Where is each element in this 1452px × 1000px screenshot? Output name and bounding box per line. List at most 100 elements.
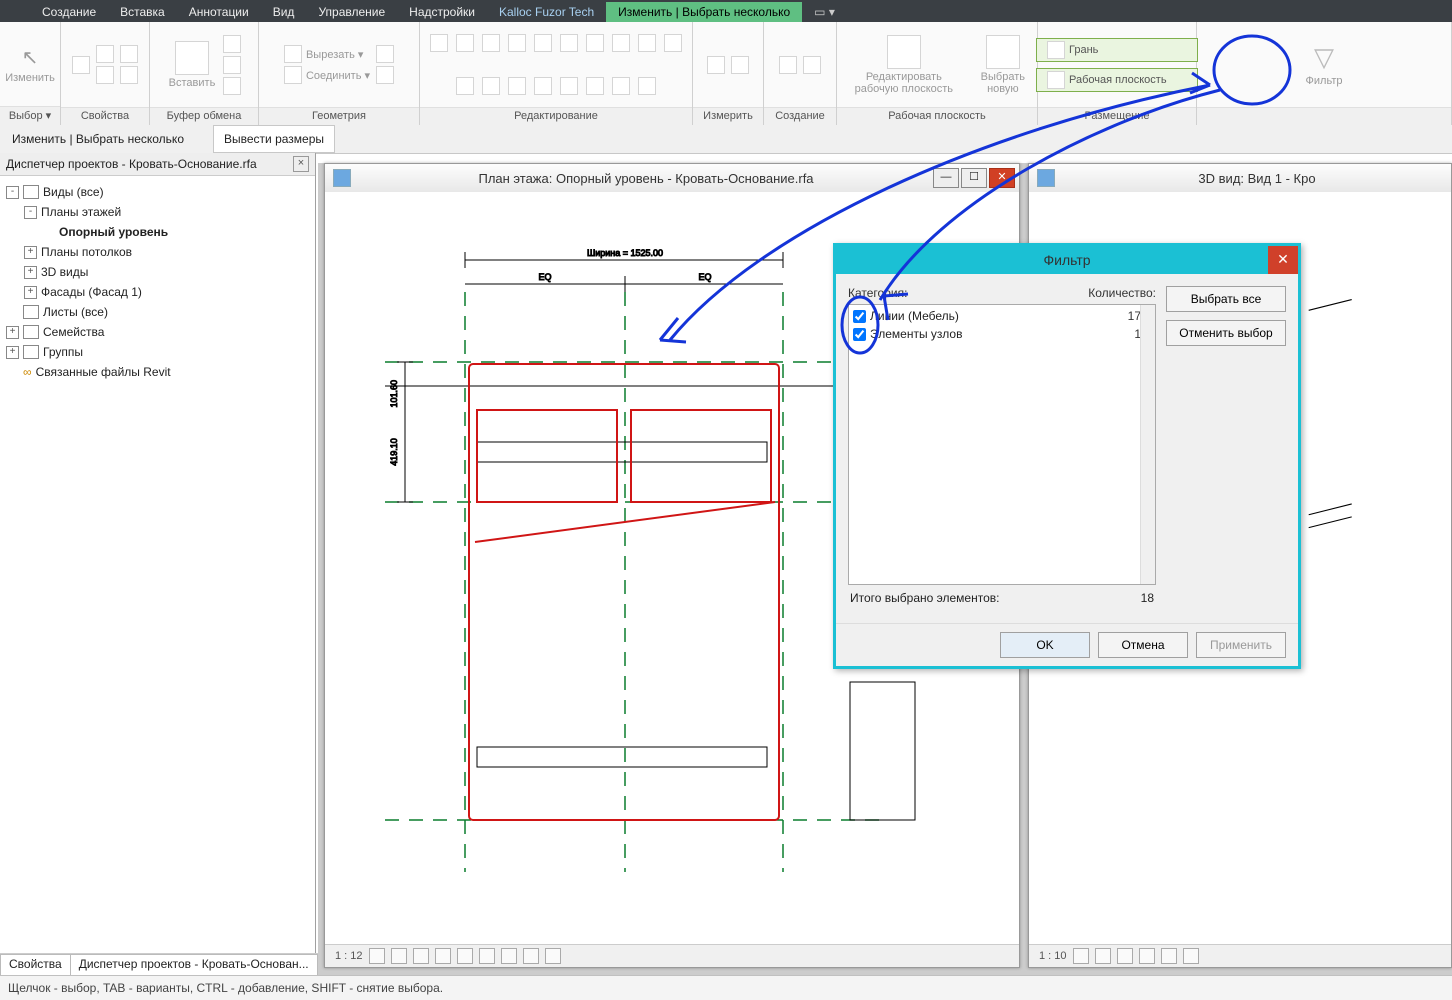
expand-icon[interactable]: + bbox=[24, 266, 37, 279]
hide-icon[interactable] bbox=[523, 948, 539, 964]
edit-icon[interactable] bbox=[430, 34, 448, 52]
tree-item-label[interactable]: Семейства bbox=[43, 322, 104, 342]
tab-browser[interactable]: Диспетчер проектов - Кровать-Основан... bbox=[70, 954, 318, 976]
deselect-all-button[interactable]: Отменить выбор bbox=[1166, 320, 1286, 346]
menu-tab[interactable]: Управление bbox=[306, 2, 397, 22]
cut-geom-button[interactable]: Вырезать ▾ bbox=[284, 45, 370, 63]
expand-icon[interactable]: + bbox=[6, 346, 19, 359]
crop-icon[interactable] bbox=[1161, 948, 1177, 964]
paste-button[interactable]: Вставить bbox=[167, 41, 217, 89]
expand-icon[interactable]: - bbox=[24, 206, 37, 219]
tree-item-label[interactable]: 3D виды bbox=[41, 262, 88, 282]
tree-item-label[interactable]: Планы потолков bbox=[41, 242, 132, 262]
view-scale[interactable]: 1 : 10 bbox=[1039, 950, 1067, 962]
edit-icon[interactable] bbox=[482, 77, 500, 95]
tree-item-label[interactable]: Планы этажей bbox=[41, 202, 121, 222]
filter-button[interactable]: ▽Фильтр bbox=[1299, 42, 1349, 87]
menu-tab[interactable]: Надстройки bbox=[397, 2, 487, 22]
edit-icon[interactable] bbox=[534, 77, 552, 95]
select-all-button[interactable]: Выбрать все bbox=[1166, 286, 1286, 312]
expand-icon[interactable]: - bbox=[6, 186, 19, 199]
category-list[interactable]: Линии (Мебель)17Элементы узлов1 bbox=[848, 304, 1156, 585]
edit-icon[interactable] bbox=[456, 34, 474, 52]
menu-tab-extra[interactable]: ▭ ▾ bbox=[802, 2, 847, 22]
menu-tab[interactable]: Вставка bbox=[108, 2, 177, 22]
menu-tab-active[interactable]: Изменить | Выбрать несколько bbox=[606, 2, 802, 22]
shadows-icon[interactable] bbox=[1139, 948, 1155, 964]
category-checkbox[interactable] bbox=[853, 310, 866, 323]
join-geom-button[interactable]: Соединить ▾ bbox=[284, 66, 370, 84]
shadows-icon[interactable] bbox=[457, 948, 473, 964]
tree-item-label[interactable]: Связанные файлы Revit bbox=[36, 362, 171, 382]
prop-icon[interactable] bbox=[96, 66, 114, 84]
edit-icon[interactable] bbox=[638, 34, 656, 52]
prop-icon[interactable] bbox=[72, 56, 90, 74]
expand-icon[interactable]: + bbox=[24, 246, 37, 259]
crop-icon[interactable] bbox=[479, 948, 495, 964]
geom-icon[interactable] bbox=[376, 45, 394, 63]
detail-level-icon[interactable] bbox=[1073, 948, 1089, 964]
copy-icon[interactable] bbox=[223, 56, 241, 74]
close-icon[interactable]: ✕ bbox=[1268, 246, 1298, 274]
place-face-button[interactable]: Грань bbox=[1036, 38, 1198, 62]
edit-icon[interactable] bbox=[456, 77, 474, 95]
menu-tab[interactable]: Kalloc Fuzor Tech bbox=[487, 2, 606, 22]
edit-icon[interactable] bbox=[560, 77, 578, 95]
detail-level-icon[interactable] bbox=[391, 948, 407, 964]
prop-icon[interactable] bbox=[120, 66, 138, 84]
tree-item-label[interactable]: Группы bbox=[43, 342, 83, 362]
edit-icon[interactable] bbox=[482, 34, 500, 52]
tree-item-label[interactable]: Фасады (Фасад 1) bbox=[41, 282, 142, 302]
view-titlebar[interactable]: План этажа: Опорный уровень - Кровать-Ос… bbox=[325, 164, 1019, 193]
scale-icon[interactable] bbox=[369, 948, 385, 964]
expand-icon[interactable]: + bbox=[24, 286, 37, 299]
tree-item-label[interactable]: Виды (все) bbox=[43, 182, 104, 202]
modify-button[interactable]: ↖Изменить bbox=[5, 45, 55, 84]
view-scale[interactable]: 1 : 12 bbox=[335, 950, 363, 962]
close-icon[interactable]: ✕ bbox=[989, 168, 1015, 188]
menu-tab[interactable]: Аннотации bbox=[177, 2, 261, 22]
category-checkbox[interactable] bbox=[853, 328, 866, 341]
cancel-button[interactable]: Отмена bbox=[1098, 632, 1188, 658]
menu-tab[interactable]: Вид bbox=[261, 2, 307, 22]
category-row[interactable]: Элементы узлов1 bbox=[851, 325, 1141, 343]
edit-icon[interactable] bbox=[612, 34, 630, 52]
view-titlebar[interactable]: 3D вид: Вид 1 - Кро bbox=[1029, 164, 1451, 193]
matchtype-icon[interactable] bbox=[223, 77, 241, 95]
prop-icon[interactable] bbox=[96, 45, 114, 63]
sun-path-icon[interactable] bbox=[1117, 948, 1133, 964]
option-button[interactable]: Вывести размеры bbox=[213, 125, 335, 153]
edit-icon[interactable] bbox=[508, 77, 526, 95]
edit-icon[interactable] bbox=[638, 77, 656, 95]
tab-properties[interactable]: Свойства bbox=[0, 954, 71, 976]
tree-item-label[interactable]: Листы (все) bbox=[43, 302, 108, 322]
visual-style-icon[interactable] bbox=[413, 948, 429, 964]
dialog-titlebar[interactable]: Фильтр ✕ bbox=[836, 246, 1298, 274]
menu-tab[interactable]: Создание bbox=[30, 2, 108, 22]
create-icon[interactable] bbox=[803, 56, 821, 74]
place-workplane-button[interactable]: Рабочая плоскость bbox=[1036, 68, 1198, 92]
edit-workplane-button[interactable]: Редактировать рабочую плоскость bbox=[845, 35, 963, 95]
edit-icon[interactable] bbox=[586, 77, 604, 95]
hide-icon[interactable] bbox=[1183, 948, 1199, 964]
expand-icon[interactable]: + bbox=[6, 326, 19, 339]
category-row[interactable]: Линии (Мебель)17 bbox=[851, 307, 1141, 325]
edit-icon[interactable] bbox=[664, 34, 682, 52]
pick-workplane-button[interactable]: Выбрать новую bbox=[977, 35, 1029, 95]
minimize-icon[interactable]: — bbox=[933, 168, 959, 188]
measure-icon[interactable] bbox=[731, 56, 749, 74]
ok-button[interactable]: OK bbox=[1000, 632, 1090, 658]
sun-path-icon[interactable] bbox=[435, 948, 451, 964]
edit-icon[interactable] bbox=[508, 34, 526, 52]
browser-tree[interactable]: -Виды (все)-Планы этажейОпорный уровень+… bbox=[0, 176, 315, 976]
visual-style-icon[interactable] bbox=[1095, 948, 1111, 964]
edit-icon[interactable] bbox=[612, 77, 630, 95]
measure-icon[interactable] bbox=[707, 56, 725, 74]
tree-item-label[interactable]: Опорный уровень bbox=[59, 222, 168, 242]
maximize-icon[interactable]: ☐ bbox=[961, 168, 987, 188]
crop-vis-icon[interactable] bbox=[501, 948, 517, 964]
cut-icon[interactable] bbox=[223, 35, 241, 53]
edit-icon[interactable] bbox=[586, 34, 604, 52]
close-icon[interactable]: × bbox=[293, 156, 309, 172]
edit-icon[interactable] bbox=[560, 34, 578, 52]
